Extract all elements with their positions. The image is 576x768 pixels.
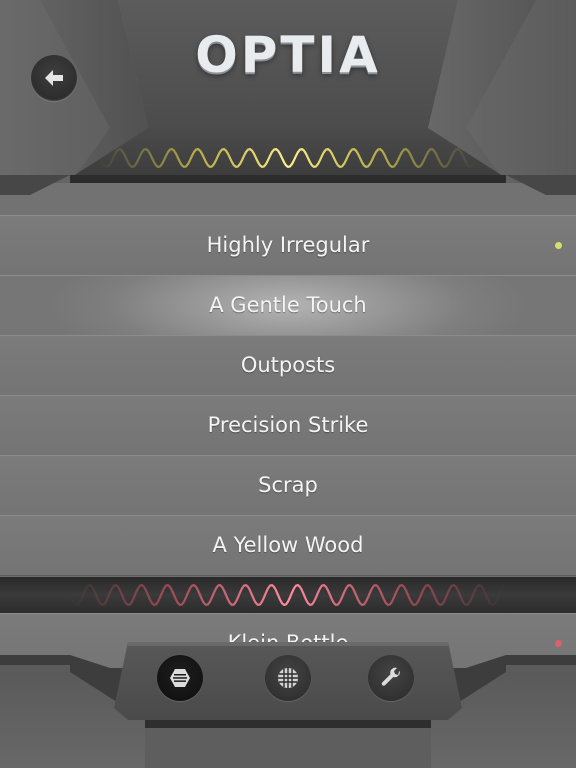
level-list[interactable]: One-Way or the Highway Highly Irregular …	[0, 115, 576, 674]
red-wave-icon	[68, 583, 507, 607]
level-label: A Gentle Touch	[209, 293, 367, 317]
toolbar	[0, 610, 576, 768]
level-status-dot	[555, 242, 562, 249]
grid-button[interactable]	[265, 655, 311, 701]
level-label: One-Way or the Highway	[157, 133, 419, 157]
list-item[interactable]: Outposts	[0, 335, 576, 396]
back-arrow-icon	[45, 70, 63, 86]
level-label: Outposts	[240, 353, 336, 377]
settings-button[interactable]	[368, 655, 414, 701]
level-list-icon	[170, 669, 190, 687]
wave-divider	[0, 577, 576, 613]
list-item[interactable]: Highly Irregular	[0, 215, 576, 276]
level-label: A Yellow Wood	[212, 533, 364, 557]
back-button[interactable]	[31, 55, 77, 101]
grid-icon	[278, 668, 298, 688]
level-list-button[interactable]	[157, 655, 203, 701]
optia-screen: One-Way or the Highway Highly Irregular …	[0, 0, 576, 768]
level-label: Highly Irregular	[206, 233, 370, 257]
wrench-icon	[381, 667, 400, 686]
level-label: Precision Strike	[207, 413, 369, 437]
list-item-selected[interactable]: A Gentle Touch	[0, 275, 576, 336]
list-item[interactable]: Scrap	[0, 455, 576, 516]
list-item[interactable]: A Yellow Wood	[0, 515, 576, 576]
app-title: OPTIA	[195, 26, 381, 84]
list-item[interactable]: Precision Strike	[0, 395, 576, 456]
list-item[interactable]: One-Way or the Highway	[0, 115, 576, 176]
level-label: Scrap	[258, 473, 318, 497]
